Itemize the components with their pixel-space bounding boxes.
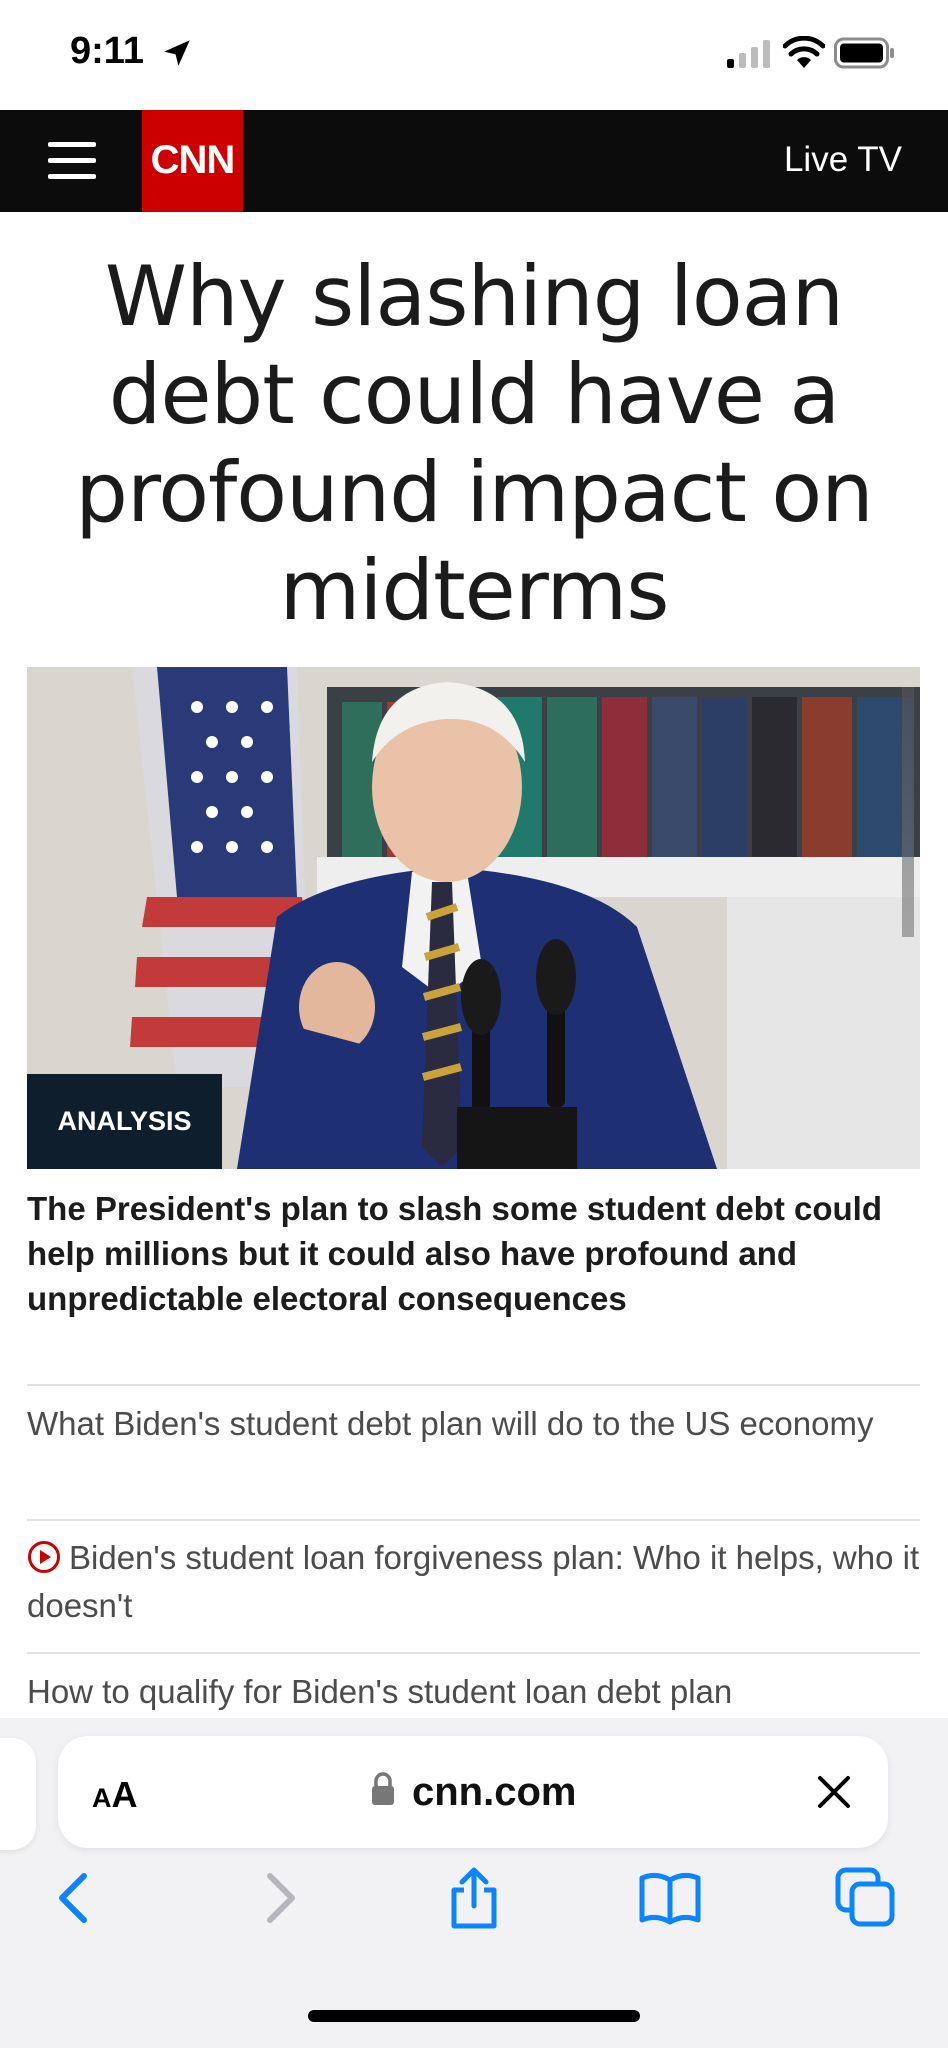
video-play-icon: [28, 1541, 60, 1573]
analysis-badge: ANALYSIS: [27, 1074, 222, 1169]
lock-icon: [372, 1772, 394, 1805]
divider: [27, 1519, 920, 1521]
home-indicator[interactable]: [308, 2010, 640, 2022]
back-icon[interactable]: [44, 1866, 108, 1930]
browser-toolbar: AA cnn.com: [0, 1718, 948, 2048]
related-link-text: Biden's student loan forgiveness plan: W…: [27, 1539, 920, 1624]
tabs-icon[interactable]: [834, 1866, 898, 1930]
wifi-icon: [783, 36, 825, 68]
aa-small: A: [92, 1783, 112, 1813]
related-link-economy[interactable]: What Biden's student debt plan will do t…: [27, 1400, 920, 1448]
article-headline[interactable]: Why slashing loan debt could have a prof…: [30, 248, 918, 640]
article-summary[interactable]: The President's plan to slash some stude…: [27, 1186, 920, 1321]
share-icon[interactable]: [442, 1866, 506, 1930]
related-link-video[interactable]: Biden's student loan forgiveness plan: W…: [27, 1534, 920, 1630]
status-time: 9:11: [70, 30, 144, 72]
divider: [27, 1384, 920, 1386]
site-header: CNN Live TV: [0, 110, 948, 212]
forward-icon[interactable]: [246, 1866, 310, 1930]
hamburger-menu-icon[interactable]: [48, 138, 96, 184]
photo-credit: [902, 687, 914, 937]
live-tv-link[interactable]: Live TV: [784, 140, 902, 180]
related-link-text: What Biden's student debt plan will do t…: [27, 1405, 874, 1442]
cellular-signal-icon: [727, 40, 770, 68]
close-icon[interactable]: [816, 1774, 852, 1810]
divider: [27, 1652, 920, 1654]
address-bar[interactable]: AA cnn.com: [58, 1736, 888, 1848]
cnn-logo[interactable]: CNN: [142, 110, 243, 212]
location-arrow-icon: [164, 40, 190, 66]
url-text: cnn.com: [412, 1770, 577, 1814]
article-hero-image[interactable]: ANALYSIS: [27, 667, 920, 1169]
aa-big: A: [111, 1774, 138, 1815]
status-bar: 9:11: [0, 0, 948, 110]
cnn-logo-text: CNN: [150, 138, 236, 182]
bookmarks-icon[interactable]: [638, 1866, 702, 1930]
battery-icon: [834, 37, 894, 69]
previous-tab-preview[interactable]: [0, 1738, 36, 1850]
related-link-text: How to qualify for Biden's student loan …: [27, 1673, 733, 1710]
reader-options-button[interactable]: AA: [92, 1774, 138, 1816]
related-link-qualify[interactable]: How to qualify for Biden's student loan …: [27, 1668, 920, 1716]
